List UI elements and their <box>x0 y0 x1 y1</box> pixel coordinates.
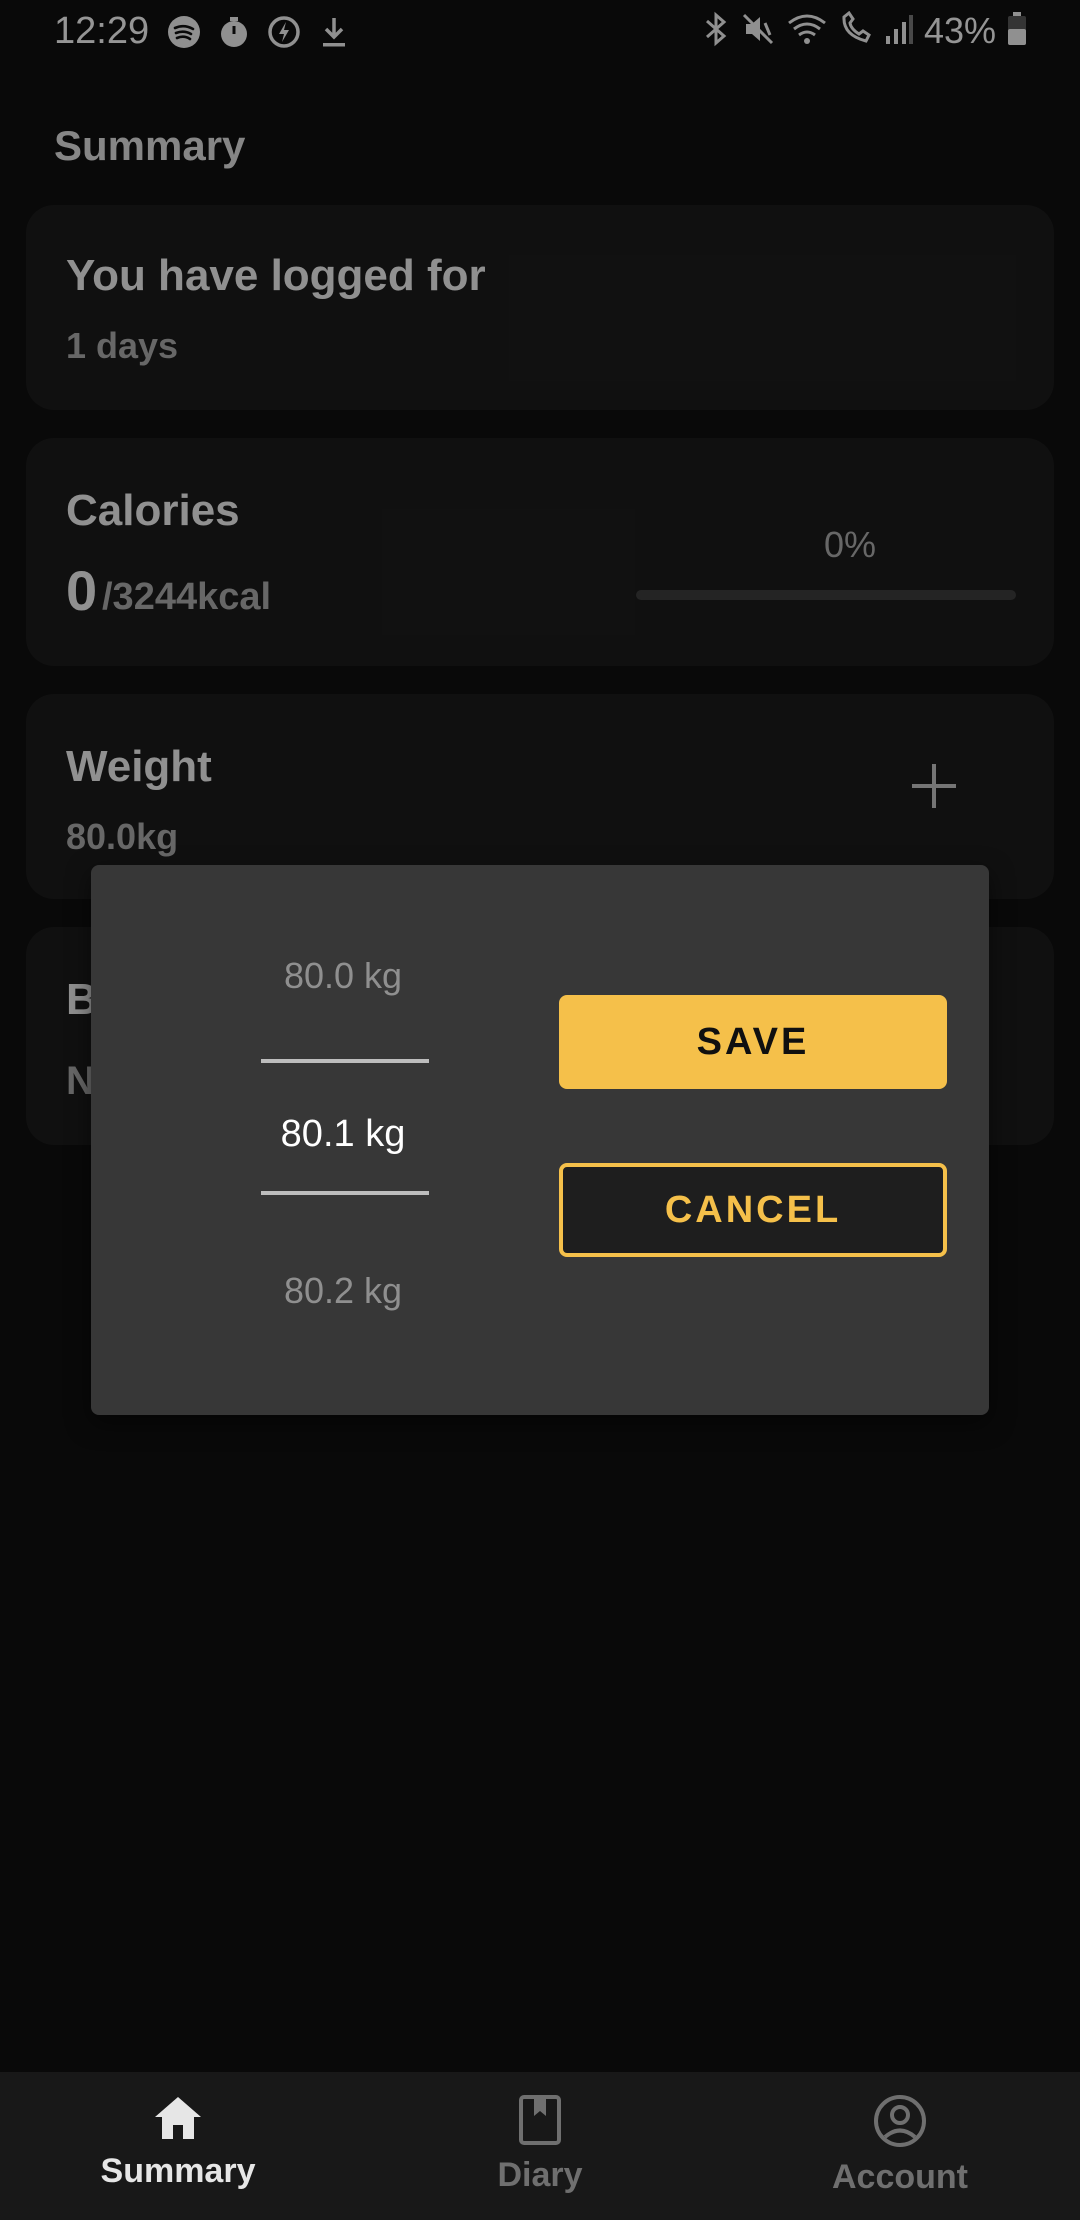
bottom-nav: Summary Diary Account <box>0 2072 1080 2220</box>
picker-option-prev[interactable]: 80.0 kg <box>171 955 515 997</box>
nav-item-diary[interactable]: Diary <box>410 2094 670 2204</box>
picker-option-next[interactable]: 80.2 kg <box>171 1270 515 1312</box>
home-icon <box>48 2094 308 2142</box>
save-button[interactable]: SAVE <box>559 995 947 1089</box>
nav-item-account[interactable]: Account <box>770 2094 1030 2204</box>
nav-label-account: Account <box>832 2158 968 2196</box>
picker-divider-top <box>261 1059 429 1063</box>
nav-label-diary: Diary <box>497 2156 583 2194</box>
cancel-button[interactable]: CANCEL <box>559 1163 947 1257</box>
weight-picker-dialog: 80.0 kg 80.1 kg 80.2 kg SAVE CANCEL <box>91 865 989 1415</box>
picker-divider-bottom <box>261 1191 429 1195</box>
picker-option-selected[interactable]: 80.1 kg <box>171 1113 515 1156</box>
book-icon <box>410 2094 670 2146</box>
nav-label-summary: Summary <box>100 2152 256 2190</box>
account-icon <box>770 2094 1030 2148</box>
nav-item-summary[interactable]: Summary <box>48 2094 308 2204</box>
